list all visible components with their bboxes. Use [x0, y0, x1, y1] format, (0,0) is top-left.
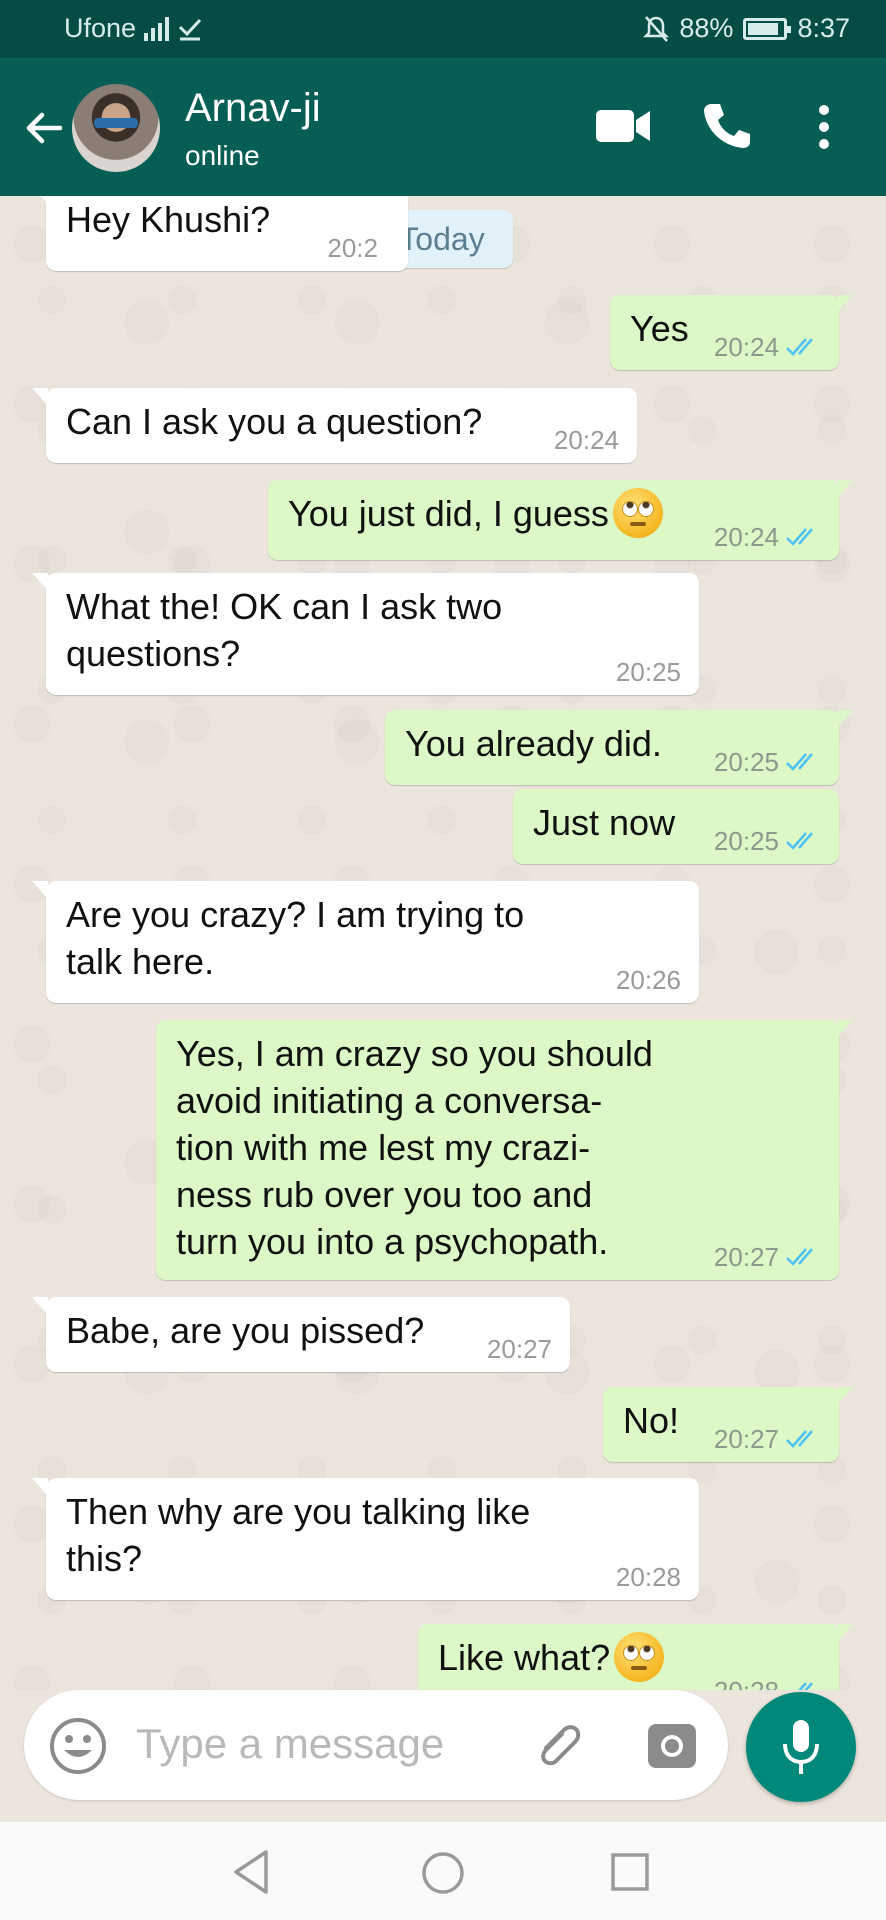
contact-status: online	[185, 140, 260, 171]
clock: 8:37	[797, 13, 850, 43]
read-ticks-icon	[786, 528, 813, 546]
nav-back-icon[interactable]	[230, 1848, 274, 1896]
nav-recents-icon[interactable]	[610, 1852, 650, 1892]
contact-name[interactable]: Arnav-ji	[185, 86, 321, 131]
incoming-message[interactable]: What the! OK can I ask two questions? 20:2…	[32, 573, 699, 695]
signal-icon	[144, 16, 170, 41]
back-arrow-icon[interactable]	[20, 104, 68, 152]
message-text: Can I ask you a question?	[66, 401, 483, 442]
message-time: 20:24	[713, 522, 779, 552]
chat-area[interactable]: Today Hey Khushi? 20:2 Yes 20:24 Can I ask y…	[0, 196, 886, 1690]
message-meta: 20:24	[714, 524, 821, 550]
message-time: 20:24	[553, 425, 619, 455]
message-text: Yes, I am crazy so you should avoid initi…	[176, 1033, 653, 1262]
message-time: 20:28	[714, 1678, 779, 1690]
incoming-message[interactable]: Babe, are you pissed? 20:27	[32, 1297, 570, 1372]
message-time: 20:25	[713, 747, 779, 777]
nav-home-icon[interactable]	[420, 1850, 466, 1896]
message-time: 20:25	[713, 826, 779, 856]
message-text: Babe, are you pissed?	[66, 1310, 425, 1351]
message-meta: 20:24	[554, 427, 619, 453]
outgoing-message[interactable]: Just now 20:25	[513, 789, 839, 864]
message-meta: 20:28	[714, 1678, 821, 1690]
message-time: 20:26	[615, 965, 681, 995]
message-meta: 20:27	[714, 1426, 821, 1452]
read-ticks-icon	[786, 338, 813, 356]
rolling-eyes-emoji-icon	[614, 1632, 665, 1683]
outgoing-message[interactable]: Like what?20:28	[418, 1624, 853, 1690]
status-bar: Ufone 88% 8:37	[0, 0, 886, 58]
message-meta: 20:25	[616, 659, 681, 685]
message-time: 20:27	[713, 1242, 779, 1272]
message-text: Then why are you talking like this?	[66, 1491, 531, 1579]
camera-icon[interactable]	[644, 1718, 700, 1774]
message-input-bar[interactable]: Type a message	[24, 1690, 728, 1800]
message-time: 20:25	[615, 657, 681, 687]
microphone-icon	[783, 1720, 819, 1774]
outgoing-message[interactable]: No! 20:27	[603, 1387, 853, 1462]
battery-percent: 88%	[679, 13, 734, 43]
read-ticks-icon	[786, 832, 813, 850]
message-text: Are you crazy? I am trying to talk here.	[66, 894, 525, 982]
bell-off-icon	[643, 15, 670, 42]
mic-button[interactable]	[746, 1692, 856, 1802]
outgoing-message[interactable]: Yes, I am crazy so you should avoid initi…	[156, 1020, 853, 1280]
message-meta: 20:2	[327, 235, 378, 261]
phone-call-icon[interactable]	[702, 100, 752, 152]
message-time: 20:2	[327, 233, 378, 263]
message-time: 20:28	[615, 1562, 681, 1592]
incoming-message[interactable]: Are you crazy? I am trying to talk here. 2…	[32, 881, 699, 1003]
battery-icon	[743, 17, 792, 40]
message-text: What the! OK can I ask two questions?	[66, 586, 503, 674]
attach-icon[interactable]	[532, 1718, 588, 1774]
outgoing-message[interactable]: Yes 20:24	[610, 295, 853, 370]
read-ticks-icon	[798, 1682, 813, 1690]
read-ticks-icon	[786, 753, 813, 771]
incoming-message[interactable]: Can I ask you a question? 20:24	[32, 388, 637, 463]
emoji-icon[interactable]	[48, 1716, 108, 1776]
carrier-label: Ufone	[64, 13, 137, 43]
rolling-eyes-emoji-icon	[612, 488, 663, 539]
message-meta: 20:27	[487, 1336, 552, 1362]
message-meta: 20:28	[616, 1564, 681, 1590]
check-icon	[179, 18, 202, 40]
contact-avatar[interactable]	[72, 84, 160, 172]
battery-fill	[748, 22, 779, 35]
message-meta: 20:26	[616, 967, 681, 993]
more-options-icon[interactable]	[814, 104, 834, 150]
read-ticks-icon	[786, 1430, 813, 1448]
read-ticks-icon	[786, 1248, 813, 1266]
message-meta: 20:25	[714, 828, 821, 854]
message-meta: 20:25	[714, 749, 821, 775]
system-nav-bar	[0, 1822, 886, 1920]
outgoing-message[interactable]: You already did. 20:25	[385, 710, 853, 785]
incoming-message[interactable]: Hey Khushi? 20:2	[32, 196, 408, 271]
message-time: 20:27	[713, 1424, 779, 1454]
video-call-icon[interactable]	[594, 106, 652, 146]
message-meta: 20:27	[714, 1244, 821, 1270]
incoming-message[interactable]: Then why are you talking like this? 20:28	[32, 1478, 699, 1600]
message-input[interactable]: Type a message	[136, 1720, 444, 1768]
chat-header: Arnav-ji online	[0, 58, 886, 196]
outgoing-message[interactable]: You just did, I guess 20:24	[268, 480, 853, 560]
message-meta: 20:24	[714, 334, 821, 360]
message-time: 20:24	[713, 332, 779, 362]
message-time: 20:27	[486, 1334, 552, 1364]
